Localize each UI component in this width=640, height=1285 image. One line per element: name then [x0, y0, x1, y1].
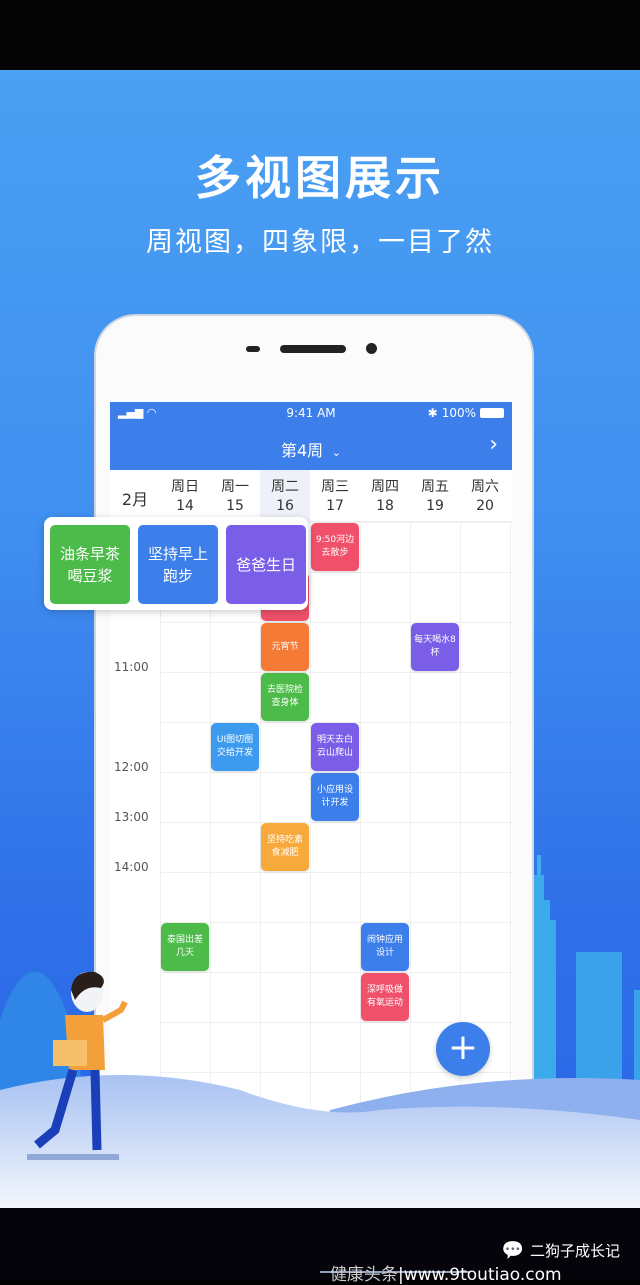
day-column-header[interactable]: 周六 20	[460, 478, 510, 516]
event-card[interactable]: 小应用设计开发	[311, 773, 359, 821]
phone-speaker	[280, 345, 346, 353]
watermark-site-cn: 健康头条	[330, 1265, 398, 1285]
event-card[interactable]: 9:50河边去散步	[311, 523, 359, 571]
event-card[interactable]: 明天去白云山爬山	[311, 723, 359, 771]
grid-row-line	[160, 672, 512, 673]
event-card[interactable]: 泰国出差几天	[161, 923, 209, 971]
date-label: 14	[176, 498, 194, 514]
day-column-header[interactable]: 周一 15	[210, 478, 260, 516]
watermark-site: 健康头条|www.9toutiao.com	[330, 1260, 562, 1285]
event-card[interactable]: 每天喝水8杯	[411, 623, 459, 671]
all-day-event-card[interactable]: 坚持早上跑步	[138, 525, 218, 604]
date-label: 20	[476, 498, 494, 514]
event-card[interactable]: 元宵节	[261, 623, 309, 671]
month-label: 2月	[121, 490, 149, 509]
day-column-header[interactable]: 周三 17	[310, 478, 360, 516]
day-column-header[interactable]: 周五 19	[410, 478, 460, 516]
grid-row-line	[160, 822, 512, 823]
poster-headline: 多视图展示	[195, 151, 445, 205]
date-label: 18	[376, 498, 394, 514]
weekday-label: 周日	[171, 479, 199, 495]
day-header-row: 2月 周日 14 周一 15 周二 16 周三 17 周四 18 周五 19 周六 20	[110, 470, 512, 522]
event-card[interactable]: UI图切图交给开发	[211, 723, 259, 771]
time-label: 12:00	[114, 760, 149, 774]
person-box	[53, 1040, 87, 1066]
event-card[interactable]: 去医院检查身体	[261, 673, 309, 721]
date-label: 16	[276, 498, 294, 514]
watermark-footer: 💬 二狗子成长记 健康头条|www.9toutiao.com	[0, 1208, 640, 1285]
grid-row-line	[160, 922, 512, 923]
watermark-brand-name: 二狗子成长记	[529, 1242, 620, 1260]
poster-subline: 周视图，四象限，一目了然	[146, 227, 494, 258]
event-card[interactable]: 坚持吃素食减肥	[261, 823, 309, 871]
week-nav-bar: 第4周 ⌄ ›	[110, 424, 512, 470]
watermark-site-url: www.9toutiao.com	[403, 1265, 562, 1285]
date-label: 17	[326, 498, 344, 514]
week-selector[interactable]: 第4周 ⌄	[110, 437, 512, 461]
phone-camera	[366, 343, 377, 354]
weekday-label: 周五	[421, 479, 449, 495]
time-label: 14:00	[114, 860, 149, 874]
week-title: 第4周	[281, 441, 324, 460]
weekday-label: 周六	[471, 479, 499, 495]
battery-icon	[480, 408, 504, 418]
battery-percent: 100%	[441, 406, 476, 420]
grid-row-line	[160, 872, 512, 873]
date-label: 15	[226, 498, 244, 514]
weekday-label: 周一	[221, 479, 249, 495]
status-bar: ▂▄▆ ◠ 9:41 AM ✱ 100%	[110, 402, 512, 424]
event-card[interactable]: 闹钟应用设计	[361, 923, 409, 971]
chevron-right-icon[interactable]: ›	[489, 432, 498, 457]
person-arm	[101, 1000, 128, 1023]
person-shadow	[27, 1154, 119, 1160]
phone-sensor	[246, 346, 260, 352]
day-column-header[interactable]: 周日 14	[160, 478, 210, 516]
watermark-brand: 💬 二狗子成长记	[502, 1240, 620, 1261]
weekday-label: 周二	[271, 479, 299, 495]
person-illustration	[27, 971, 128, 1160]
day-column-header[interactable]: 周二 16	[260, 470, 310, 522]
all-day-events-popup: 油条早茶喝豆浆 坚持早上跑步 爸爸生日	[44, 517, 308, 610]
top-black-bar	[0, 0, 640, 70]
day-column-header[interactable]: 周四 18	[360, 478, 410, 516]
grid-row-line	[160, 622, 512, 623]
battery-group: ✱ 100%	[428, 406, 504, 420]
chevron-down-icon: ⌄	[328, 446, 341, 459]
all-day-event-card[interactable]: 油条早茶喝豆浆	[50, 525, 130, 604]
date-label: 19	[426, 498, 444, 514]
person-legs	[34, 1068, 102, 1151]
time-label: 11:00	[114, 660, 149, 674]
bluetooth-icon: ✱	[427, 406, 438, 420]
weekday-label: 周四	[371, 479, 399, 495]
weekday-label: 周三	[321, 479, 349, 495]
event-card[interactable]: 深呼吸做有氧运动	[361, 973, 409, 1021]
all-day-event-card[interactable]: 爸爸生日	[226, 525, 306, 604]
time-label: 13:00	[114, 810, 149, 824]
wechat-icon: 💬	[501, 1240, 524, 1261]
tower-spire	[537, 855, 541, 875]
grid-row-line	[160, 972, 512, 973]
